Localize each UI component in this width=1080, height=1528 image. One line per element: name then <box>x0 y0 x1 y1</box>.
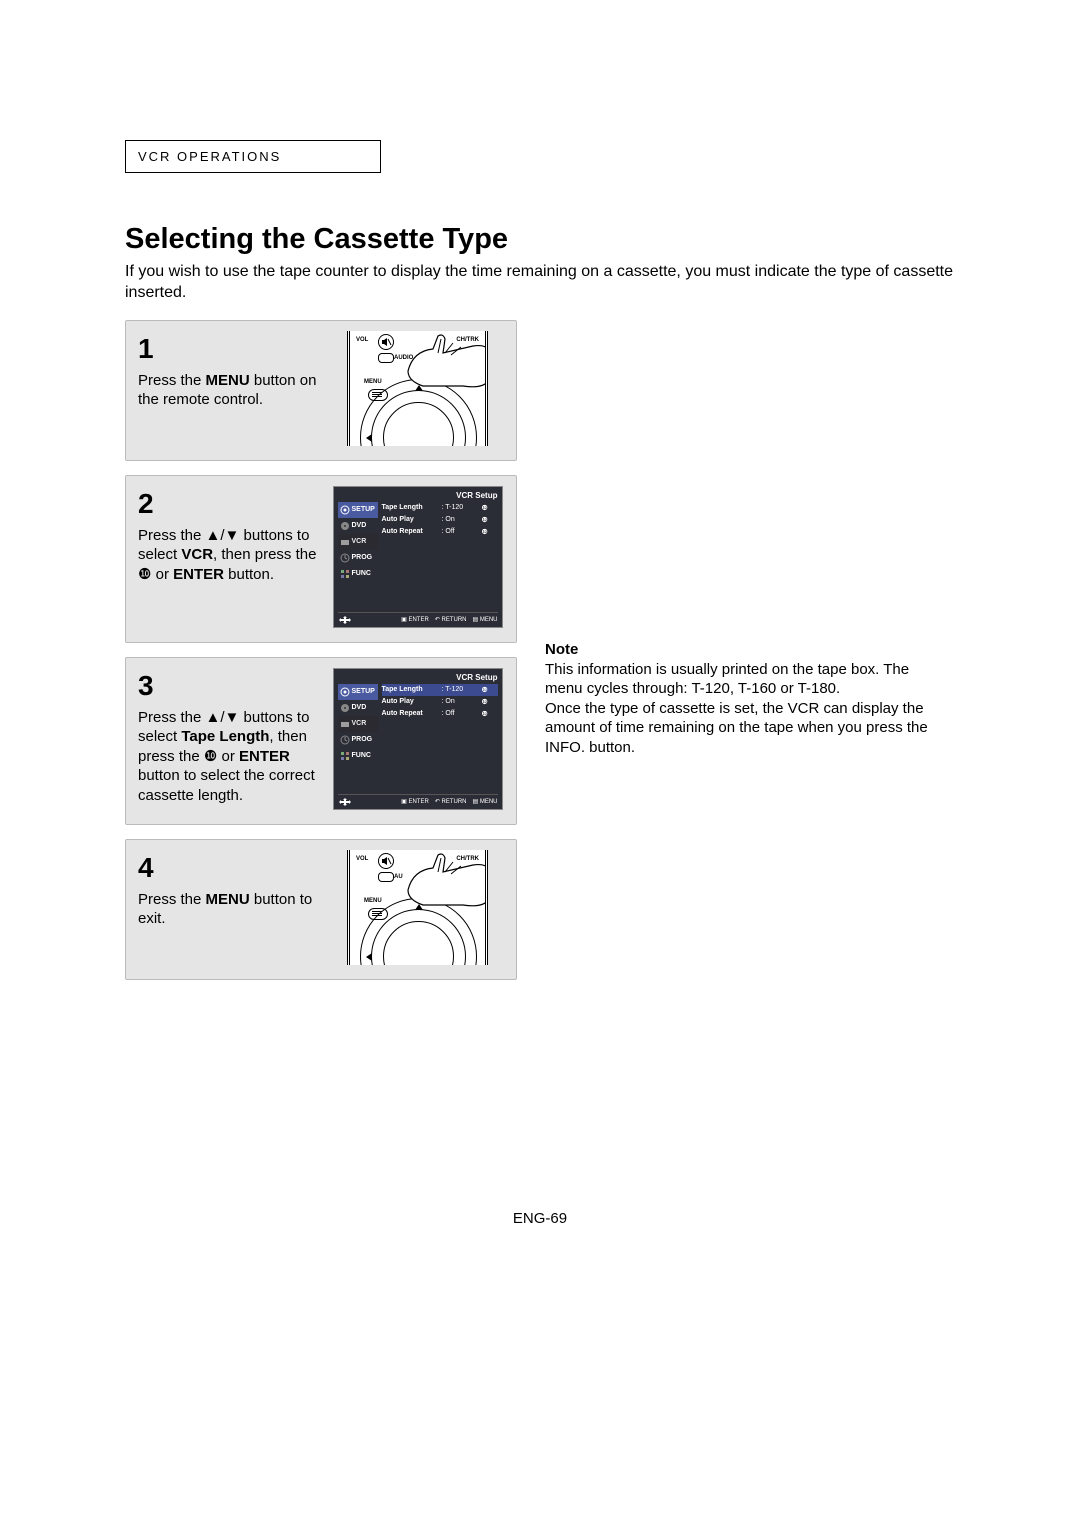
step-text: 1 Press the MENU button on the remote co… <box>138 331 331 410</box>
section-label-text: VCR OPERATIONS <box>138 149 281 164</box>
manual-page: VCR OPERATIONS Selecting the Cassette Ty… <box>125 140 955 1227</box>
sidebar-item-setup: SETUP <box>338 502 378 518</box>
osd-row: Auto Repeat: Off❿ <box>382 526 498 538</box>
right-arrow-icon: ❿ <box>482 528 488 536</box>
osd-row: Auto Repeat: Off❿ <box>382 708 498 720</box>
sidebar-item-setup: SETUP <box>338 684 378 700</box>
step-number: 1 <box>138 331 323 367</box>
osd-sidebar: SETUP DVD VCR PROG FUNC <box>338 502 378 582</box>
right-arrow-icon: ❿ <box>482 710 488 718</box>
osd-rows: Tape Length: T-120❿ Auto Play: On❿ Auto … <box>378 684 498 764</box>
step-text: 2 Press the ▲/▼ buttons to select VCR, t… <box>138 486 331 585</box>
menu-label: MENU <box>364 379 382 385</box>
sidebar-item-dvd: DVD <box>338 700 378 716</box>
step-number: 3 <box>138 668 323 704</box>
step-3: 3 Press the ▲/▼ buttons to select Tape L… <box>125 657 517 825</box>
sidebar-item-func: FUNC <box>338 748 378 764</box>
osd-row: Auto Play: On❿ <box>382 514 498 526</box>
osd-footer: ▣ ENTER ↶ RETURN ▤ MENU <box>338 612 498 625</box>
move-icon <box>338 797 352 807</box>
note-paragraph: This information is usually printed on t… <box>545 660 945 699</box>
remote-illustration: VOL CH/TRK AU MENU <box>331 850 504 965</box>
sidebar-item-func: FUNC <box>338 566 378 582</box>
page-title: Selecting the Cassette Type <box>125 223 955 256</box>
vol-label: VOL <box>356 856 368 862</box>
right-arrow-icon: ❿ <box>482 698 488 706</box>
remote-illustration: VOL CH/TRK AUDIO MENU <box>331 331 504 446</box>
mute-icon <box>378 853 394 869</box>
sidebar-item-prog: PROG <box>338 732 378 748</box>
hand-icon <box>403 331 488 391</box>
step-2: 2 Press the ▲/▼ buttons to select VCR, t… <box>125 475 517 643</box>
move-icon <box>338 615 352 625</box>
right-arrow-icon: ❿ <box>482 504 488 512</box>
step-text: 3 Press the ▲/▼ buttons to select Tape L… <box>138 668 331 806</box>
right-arrow-icon: ❿ <box>482 516 488 524</box>
note-section: Note This information is usually printed… <box>545 640 945 757</box>
osd-row: Tape Length: T-120❿ <box>382 684 498 696</box>
osd-sidebar: SETUP DVD VCR PROG FUNC <box>338 684 378 764</box>
right-arrow-icon: ❿ <box>482 686 488 694</box>
page-number: ENG-69 <box>125 1210 955 1227</box>
section-label: VCR OPERATIONS <box>125 140 381 173</box>
osd-screenshot: VCR Setup SETUP DVD VCR PROG FUNC Tape L… <box>331 668 504 810</box>
osd-footer: ▣ ENTER ↶ RETURN ▤ MENU <box>338 794 498 807</box>
step-text: 4 Press the MENU button to exit. <box>138 850 331 929</box>
osd-row: Auto Play: On❿ <box>382 696 498 708</box>
osd-title: VCR Setup <box>338 491 498 500</box>
note-paragraph: Once the type of cassette is set, the VC… <box>545 699 945 758</box>
vol-label: VOL <box>356 337 368 343</box>
mute-icon <box>378 334 394 350</box>
sidebar-item-vcr: VCR <box>338 716 378 732</box>
osd-title: VCR Setup <box>338 673 498 682</box>
osd-screenshot: VCR Setup SETUP DVD VCR PROG FUNC Tape L… <box>331 486 504 628</box>
steps-column: 1 Press the MENU button on the remote co… <box>125 320 517 980</box>
step-number: 2 <box>138 486 323 522</box>
osd-row: Tape Length: T-120❿ <box>382 502 498 514</box>
step-number: 4 <box>138 850 323 886</box>
sidebar-item-prog: PROG <box>338 550 378 566</box>
osd-rows: Tape Length: T-120❿ Auto Play: On❿ Auto … <box>378 502 498 582</box>
audio-label: AU <box>394 874 403 880</box>
sidebar-item-dvd: DVD <box>338 518 378 534</box>
intro-text: If you wish to use the tape counter to d… <box>125 262 955 304</box>
hand-icon <box>403 850 488 910</box>
sidebar-item-vcr: VCR <box>338 534 378 550</box>
minus-button-icon <box>378 872 394 882</box>
step-4: 4 Press the MENU button to exit. VOL CH/… <box>125 839 517 980</box>
minus-button-icon <box>378 353 394 363</box>
step-1: 1 Press the MENU button on the remote co… <box>125 320 517 461</box>
menu-label: MENU <box>364 898 382 904</box>
note-heading: Note <box>545 640 945 660</box>
